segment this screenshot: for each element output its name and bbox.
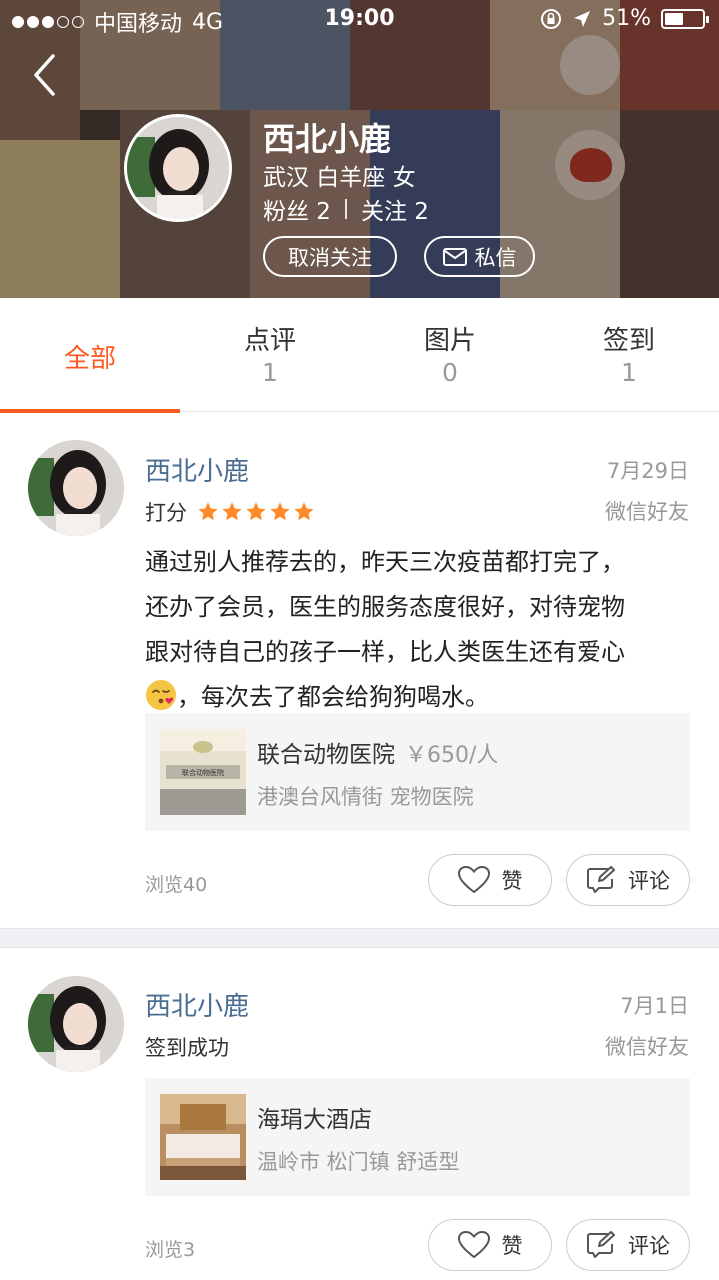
post-source: 微信好友: [605, 500, 689, 524]
checkin-status: 签到成功: [145, 1036, 229, 1060]
rating-row: 打分: [145, 497, 315, 527]
business-name-row: 联合动物医院 ￥650/人: [257, 735, 498, 769]
business-card[interactable]: 联合动物医院 联合动物医院 ￥650/人 港澳台风情街 宠物医院: [145, 713, 690, 831]
unfollow-label: 取消关注: [288, 245, 372, 270]
lock-rotation-icon: [541, 8, 562, 29]
clinic-photo: 联合动物医院: [160, 729, 246, 815]
tab-count: 0: [442, 358, 458, 387]
battery-fill: [665, 12, 683, 25]
review-line: 跟对待自己的孩子一样，比人类医生还有爱心: [145, 638, 625, 666]
status-right: 51%: [540, 6, 709, 31]
tab-all[interactable]: 全部: [0, 298, 180, 413]
view-count: 浏览40: [145, 874, 208, 896]
author-name[interactable]: 西北小鹿: [145, 451, 249, 488]
review-text: 通过别人推荐去的，昨天三次疫苗都打完了， 还办了会员，医生的服务态度很好，对待宠…: [145, 540, 695, 720]
like-button[interactable]: 赞: [428, 1219, 552, 1271]
like-label: 赞: [501, 1234, 523, 1258]
hotel-room-photo: [160, 1094, 246, 1180]
feed-item-review: 西北小鹿 7月29日 微信好友 打分 通过别人推荐去的，昨天三次疫苗都打完了， …: [0, 413, 719, 928]
star-icon: [246, 502, 266, 521]
profile-meta: 武汉 白羊座 女: [263, 165, 416, 191]
business-thumbnail: [160, 1094, 246, 1180]
view-count: 浏览3: [145, 1239, 196, 1261]
author-name[interactable]: 西北小鹿: [145, 986, 249, 1023]
tab-count: 1: [621, 358, 637, 387]
business-card[interactable]: 海琄大酒店 温岭市 松门镇 舒适型: [145, 1078, 690, 1196]
like-label: 赞: [501, 869, 523, 893]
avatar-portrait: [28, 440, 124, 536]
profile-header: 中国移动 4G 19:00 51% 西北小鹿 武汉 白羊座 女 粉丝 2 关注 …: [0, 0, 719, 298]
heart-icon: [457, 866, 490, 894]
tab-label: 全部: [63, 344, 116, 374]
stats-divider: [344, 199, 347, 219]
battery-icon: [661, 8, 709, 29]
review-line: 还办了会员，医生的服务态度很好，对待宠物: [145, 593, 625, 621]
fans-count[interactable]: 粉丝 2: [263, 192, 331, 226]
tab-label: 签到: [602, 326, 655, 356]
heart-icon: [457, 1231, 490, 1259]
avatar[interactable]: [28, 440, 124, 536]
unfollow-button[interactable]: 取消关注: [263, 236, 397, 277]
business-thumbnail: 联合动物医院: [160, 729, 246, 815]
avatar-portrait: [127, 117, 229, 219]
like-button[interactable]: 赞: [428, 854, 552, 906]
tab-count: 1: [262, 358, 278, 387]
mail-icon: [442, 247, 467, 266]
business-price: ￥650/人: [405, 743, 499, 768]
edit-comment-icon: [587, 1231, 615, 1258]
review-line: 通过别人推荐去的，昨天三次疫苗都打完了，: [145, 548, 625, 576]
location-arrow-icon: [574, 10, 591, 27]
tab-label: 图片: [423, 326, 476, 356]
comment-button[interactable]: 评论: [566, 1219, 690, 1271]
comment-label: 评论: [628, 1234, 670, 1258]
avatar[interactable]: [28, 976, 124, 1072]
post-date: 7月29日: [606, 459, 689, 483]
comment-label: 评论: [628, 869, 670, 893]
post-source: 微信好友: [605, 1035, 689, 1059]
business-name: 海琄大酒店: [257, 1107, 372, 1133]
profile-stats: 粉丝 2 关注 2: [263, 192, 429, 226]
feed-item-checkin: 西北小鹿 7月1日 微信好友 签到成功 海琄大酒店 温岭市 松门镇 舒适型 浏览…: [0, 948, 719, 1280]
status-bar: 中国移动 4G 19:00 51%: [0, 0, 719, 40]
content-tabs: 全部 点评 1 图片 0 签到 1: [0, 298, 719, 413]
profile-name: 西北小鹿: [263, 120, 392, 158]
kiss-emoji-icon: [146, 680, 176, 710]
tab-reviews[interactable]: 点评 1: [180, 298, 360, 412]
rating-stars: [197, 501, 315, 523]
tab-checkins[interactable]: 签到 1: [539, 298, 719, 412]
comment-button[interactable]: 评论: [566, 854, 690, 906]
following-count[interactable]: 关注 2: [361, 192, 429, 226]
post-date: 7月1日: [620, 994, 689, 1018]
edit-comment-icon: [587, 866, 615, 893]
star-icon: [270, 502, 290, 521]
review-line-text: ，每次去了都会给狗狗喝水。: [177, 683, 489, 711]
star-icon: [222, 502, 242, 521]
message-button[interactable]: 私信: [424, 236, 535, 277]
star-icon: [294, 502, 314, 521]
feed-divider: [0, 928, 719, 948]
back-chevron-icon[interactable]: [26, 50, 66, 100]
star-icon: [198, 502, 218, 521]
rating-label: 打分: [145, 501, 187, 525]
business-subtitle: 温岭市 松门镇 舒适型: [257, 1150, 460, 1174]
tab-label: 点评: [243, 326, 296, 356]
clinic-sign-text: 联合动物医院: [182, 768, 224, 777]
business-subtitle: 港澳台风情街 宠物医院: [257, 785, 474, 809]
message-label: 私信: [474, 245, 517, 270]
battery-label: 51%: [602, 6, 651, 31]
avatar-portrait: [28, 976, 124, 1072]
business-name: 联合动物医院: [257, 742, 395, 768]
profile-avatar[interactable]: [124, 114, 232, 222]
tab-photos[interactable]: 图片 0: [360, 298, 540, 412]
